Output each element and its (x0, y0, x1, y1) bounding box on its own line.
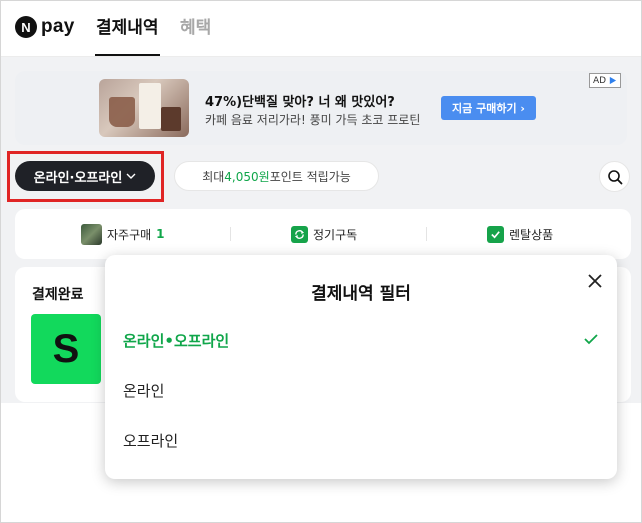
filter-modal: 결제내역 필터 온라인•오프라인 온라인 오프라인 (105, 255, 617, 479)
ad-badge-label: AD (593, 75, 607, 86)
app-frame: N pay 결제내역 혜택 47%)단백질 맞아? 너 왜 맛있어? 카페 음료… (0, 0, 642, 523)
merchant-logo-letter: S (52, 326, 80, 371)
filter-option-label: 온라인•오프라인 (123, 331, 230, 350)
channel-filter-label: 온라인·오프라인 (33, 170, 123, 186)
check-box-icon (487, 225, 504, 243)
filter-option-offline[interactable]: 오프라인 (123, 420, 601, 460)
ad-title: 47%)단백질 맞아? 너 왜 맛있어? (205, 95, 395, 110)
search-icon (607, 169, 622, 184)
filter-option-label: 온라인 (123, 381, 165, 400)
ad-image-carton (139, 83, 161, 129)
tab-benefits[interactable]: 혜택 (180, 13, 211, 38)
quick-menu-frequent-count: 1 (156, 227, 165, 241)
modal-title: 결제내역 필터 (311, 284, 411, 304)
point-suffix: 포인트 적립가능 (269, 169, 351, 184)
filter-option-all[interactable]: 온라인•오프라인 (123, 320, 601, 360)
quick-menu-rental-label: 렌탈상품 (509, 227, 554, 242)
ad-image-box (161, 107, 181, 131)
divider (426, 227, 427, 241)
product-thumbnail-icon (81, 223, 102, 245)
point-info-chip[interactable]: 최대 4,050원 포인트 적립가능 (174, 161, 379, 191)
ad-product-image (99, 79, 189, 137)
tab-payment-history[interactable]: 결제내역 (95, 13, 160, 56)
modal-close-button[interactable] (583, 269, 607, 293)
point-amount: 4,050원 (224, 169, 270, 184)
ad-image-cup (109, 97, 135, 127)
quick-menu-rental[interactable]: 렌탈상품 (487, 209, 553, 259)
npay-logo[interactable]: N pay (15, 15, 75, 39)
payment-status: 결제완료 (32, 287, 84, 303)
ad-banner[interactable]: 47%)단백질 맞아? 너 왜 맛있어? 카페 음료 저리가라! 풍미 가득 초… (15, 71, 627, 145)
top-nav: N pay 결제내역 혜택 (1, 1, 641, 57)
npay-logo-badge: N (15, 16, 37, 38)
quick-menu: 자주구매 1 정기구독 렌탈상품 (15, 209, 631, 259)
quick-menu-subscription[interactable]: 정기구독 (291, 209, 357, 259)
merchant-logo: S (31, 314, 101, 384)
ad-subtitle: 카페 음료 저리가라! 풍미 가득 초코 프로틴 (205, 113, 421, 127)
quick-menu-subscription-label: 정기구독 (313, 227, 358, 242)
checkmark-icon (584, 334, 598, 345)
filter-option-label: 오프라인 (123, 431, 179, 450)
info-icon (609, 76, 617, 85)
point-prefix: 최대 (202, 169, 225, 184)
quick-menu-frequent[interactable]: 자주구매 1 (81, 209, 165, 259)
npay-logo-text: pay (41, 16, 75, 37)
ad-badge[interactable]: AD (589, 73, 622, 88)
chevron-down-icon (126, 173, 136, 179)
filter-option-online[interactable]: 온라인 (123, 370, 601, 410)
search-button[interactable] (599, 161, 630, 192)
refresh-icon (291, 225, 308, 243)
ad-buy-now-button[interactable]: 지금 구매하기 › (441, 96, 536, 120)
quick-menu-frequent-label: 자주구매 (107, 227, 152, 242)
divider (230, 227, 231, 241)
close-icon (588, 274, 602, 288)
channel-filter-button[interactable]: 온라인·오프라인 (15, 161, 155, 191)
